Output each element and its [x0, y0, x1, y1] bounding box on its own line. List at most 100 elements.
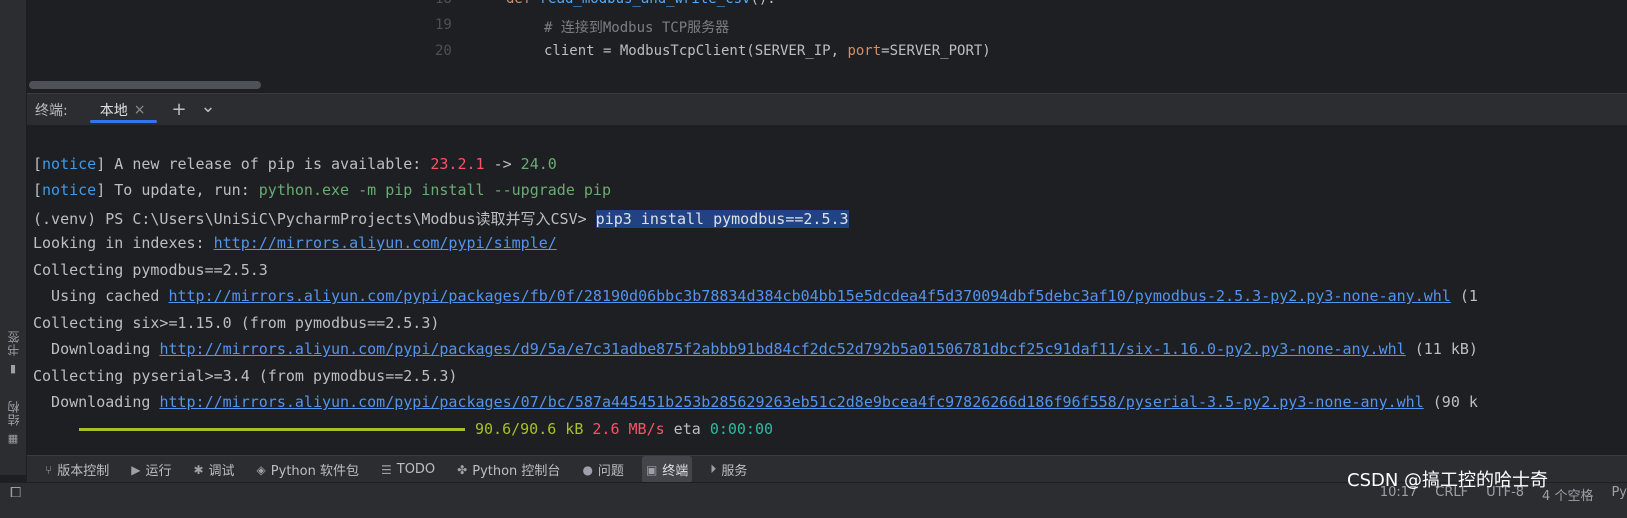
progress-speed: 2.6 MB/s: [592, 420, 665, 438]
line-number: 19: [435, 17, 452, 33]
shell-prompt: (.venv) PS C:\Users\UniSiC\PycharmProjec…: [33, 210, 596, 228]
line-number: 20: [435, 43, 452, 59]
tool-window-label: 版本控制: [57, 464, 110, 479]
terminal-line: [notice] To update, run: python.exe -m p…: [33, 181, 611, 199]
terminal-text: (90 k: [1423, 393, 1478, 411]
terminal-title: 终端:: [35, 102, 68, 119]
bookmarks-label: 书签: [6, 330, 21, 356]
code-text: =SERVER_PORT): [881, 43, 991, 59]
old-version: 23.2.1: [430, 155, 485, 173]
tool-window-label: Python 软件包: [270, 464, 359, 479]
terminal-text: (1: [1450, 287, 1478, 305]
terminal-tab-local[interactable]: 本地 ×: [89, 94, 158, 125]
code-text: client = ModbusTcpClient(SERVER_IP,: [544, 43, 848, 59]
terminal-text: Downloading: [33, 393, 160, 411]
index-url-link[interactable]: http://mirrors.aliyun.com/pypi/simple/: [214, 234, 557, 252]
tool-window-todo[interactable]: ☰ TODO: [377, 456, 439, 483]
terminal-text: Looking in indexes:: [33, 234, 214, 252]
run-icon: ▶: [131, 462, 141, 477]
new-version: 24.0: [520, 155, 557, 173]
python-console-icon: ✤: [457, 462, 468, 477]
code-comment: # 连接到Modbus TCP服务器: [544, 20, 730, 36]
structure-icon: ▦: [7, 432, 19, 445]
code-line: client = ModbusTcpClient(SERVER_IP, port…: [544, 43, 991, 59]
code-keyword: def: [506, 0, 540, 7]
tool-window-label: TODO: [396, 462, 436, 477]
terminal-text: A new release of pip is available:: [105, 155, 431, 173]
horizontal-scrollbar[interactable]: [29, 81, 261, 89]
close-icon[interactable]: ×: [134, 102, 146, 118]
add-icon[interactable]: +: [171, 99, 186, 120]
tool-window-label: 运行: [145, 464, 172, 479]
layout-toggle-icon[interactable]: ⧠: [10, 485, 21, 501]
tool-window-label: 终端: [662, 464, 689, 479]
terminal-header: 终端: 本地 × + ⌄: [27, 93, 1627, 126]
editor-left-pane: [27, 0, 417, 93]
chevron-down-icon[interactable]: ⌄: [201, 96, 216, 117]
terminal-line: Collecting pyserial>=3.4 (from pymodbus=…: [33, 367, 458, 385]
bracket: [: [33, 181, 43, 199]
terminal-line: Downloading http://mirrors.aliyun.com/py…: [33, 340, 1478, 358]
terminal-text: Using cached: [33, 287, 169, 305]
python-packages-icon: ◈: [256, 462, 266, 477]
structure-label: 结构: [6, 400, 21, 426]
tool-window-problems[interactable]: ● 问题: [578, 456, 628, 483]
services-icon: ⏵: [710, 462, 717, 476]
tool-window-python-packages[interactable]: ◈ Python 软件包: [253, 456, 363, 483]
code-function-name: read_modbus_and_write_csv: [540, 0, 751, 7]
package-url-link[interactable]: http://mirrors.aliyun.com/pypi/packages/…: [168, 287, 1450, 305]
terminal-line: [notice] A new release of pip is availab…: [33, 155, 557, 173]
debug-icon: ✱: [193, 462, 204, 477]
terminal-output[interactable]: [notice] A new release of pip is availab…: [27, 125, 1627, 455]
tool-window-label: 服务: [721, 464, 748, 479]
upgrade-command: python.exe -m pip install --upgrade pip: [258, 181, 611, 199]
selected-command: pip3 install pymodbus==2.5.3: [595, 210, 849, 228]
progress-size: 90.6/90.6 kB: [475, 420, 584, 438]
indent-setting[interactable]: 4 个空格: [1542, 485, 1593, 504]
tool-window-services[interactable]: ⏵ 服务: [706, 456, 751, 483]
terminal-icon: ▣: [645, 462, 658, 477]
tool-window-label: 调试: [208, 464, 235, 479]
terminal-line: Collecting six>=1.15.0 (from pymodbus==2…: [33, 314, 440, 332]
code-line: def read_modbus_and_write_csv():: [506, 0, 776, 7]
terminal-line: Looking in indexes: http://mirrors.aliyu…: [33, 234, 557, 252]
tool-window-python-console[interactable]: ✤ Python 控制台: [453, 456, 564, 483]
bracket: [: [33, 155, 43, 173]
tool-window-label: Python 控制台: [472, 464, 561, 479]
editor-area: 18 19 20 def read_modbus_and_write_csv()…: [27, 0, 1627, 93]
tool-window-branch[interactable]: ⑂ 版本控制: [41, 456, 113, 483]
bracket: ]: [96, 155, 106, 173]
package-url-link[interactable]: http://mirrors.aliyun.com/pypi/packages/…: [159, 340, 1405, 358]
branch-icon: ⑂: [45, 462, 53, 477]
tool-window-debug[interactable]: ✱ 调试: [189, 456, 238, 483]
tool-window-terminal[interactable]: ▣ 终端: [641, 456, 693, 483]
eta-label: eta: [664, 420, 710, 438]
package-url-link[interactable]: http://mirrors.aliyun.com/pypi/packages/…: [159, 393, 1423, 411]
download-progress: 90.6/90.6 kB 2.6 MB/s eta 0:00:00: [79, 420, 773, 438]
progress-eta: 0:00:00: [709, 420, 774, 438]
terminal-line: (.venv) PS C:\Users\UniSiC\PycharmProjec…: [33, 208, 849, 229]
terminal-tab-label: 本地: [99, 102, 128, 119]
terminal-text: Downloading: [33, 340, 160, 358]
problems-icon: ●: [582, 462, 593, 477]
code-param: port: [847, 43, 882, 59]
terminal-line: Using cached http://mirrors.aliyun.com/p…: [33, 287, 1478, 305]
tool-window-label: 问题: [597, 464, 624, 479]
bookmark-icon: ▮: [9, 362, 17, 375]
watermark: CSDN @搞工控的哈士奇: [1347, 470, 1549, 491]
active-tab-indicator: [89, 120, 158, 123]
python-interpreter[interactable]: Py: [1611, 485, 1627, 504]
arrow-text: ->: [484, 155, 521, 173]
bracket: ]: [96, 181, 106, 199]
left-tool-strip: 书签 ▮ 结构 ▦: [0, 0, 27, 475]
structure-tab[interactable]: 结构 ▦: [2, 396, 24, 445]
progress-bar: [79, 428, 465, 431]
todo-icon: ☰: [380, 462, 392, 477]
line-gutter: 18 19 20: [417, 0, 487, 93]
terminal-line: Downloading http://mirrors.aliyun.com/py…: [33, 393, 1478, 411]
terminal-line: Collecting pymodbus==2.5.3: [33, 261, 268, 279]
bookmarks-tab[interactable]: 书签 ▮: [2, 326, 24, 375]
code-text: ():: [750, 0, 775, 7]
tool-window-run[interactable]: ▶ 运行: [127, 456, 175, 483]
code-view[interactable]: def read_modbus_and_write_csv(): # 连接到Mo…: [487, 0, 1627, 93]
